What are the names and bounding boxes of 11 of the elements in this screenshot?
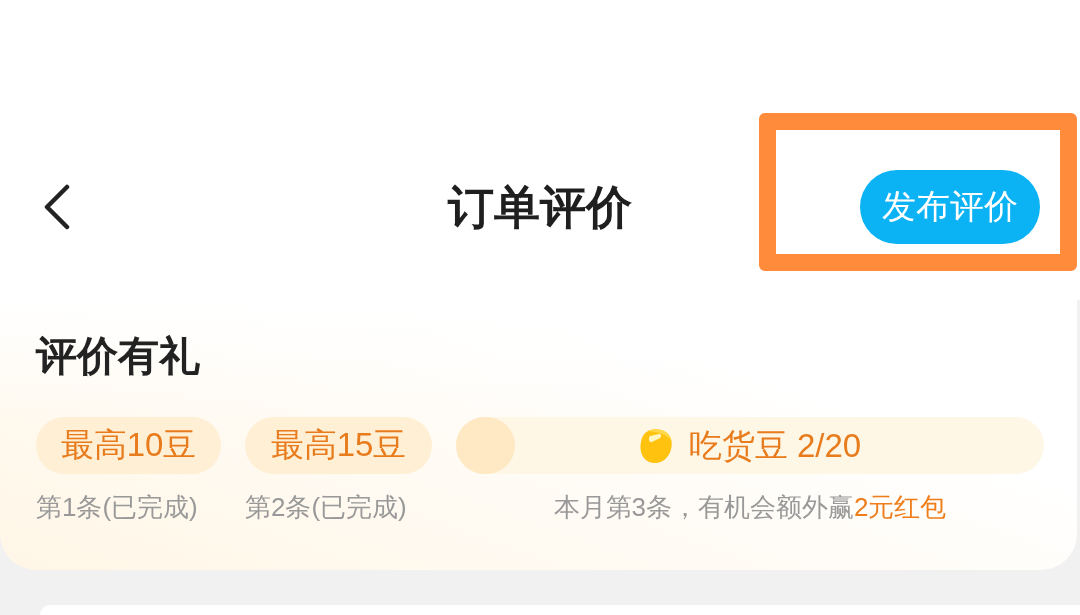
reward-badge: 最高15豆 — [245, 417, 432, 474]
reward-badge: 最高10豆 — [36, 417, 221, 474]
bean-count: 吃货豆 2/20 — [688, 425, 862, 466]
page-title: 订单评价 — [448, 180, 632, 235]
publish-review-button[interactable]: 发布评价 — [860, 170, 1040, 244]
reward-caption: 本月第3条，有机会额外赢2元红包 — [553, 491, 947, 524]
reward-caption: 第1条(已完成) — [36, 491, 198, 524]
bean-icon — [638, 427, 673, 464]
reward-caption: 第2条(已完成) — [245, 491, 407, 524]
back-icon[interactable] — [43, 184, 71, 230]
section-title: 评价有礼 — [36, 332, 200, 380]
